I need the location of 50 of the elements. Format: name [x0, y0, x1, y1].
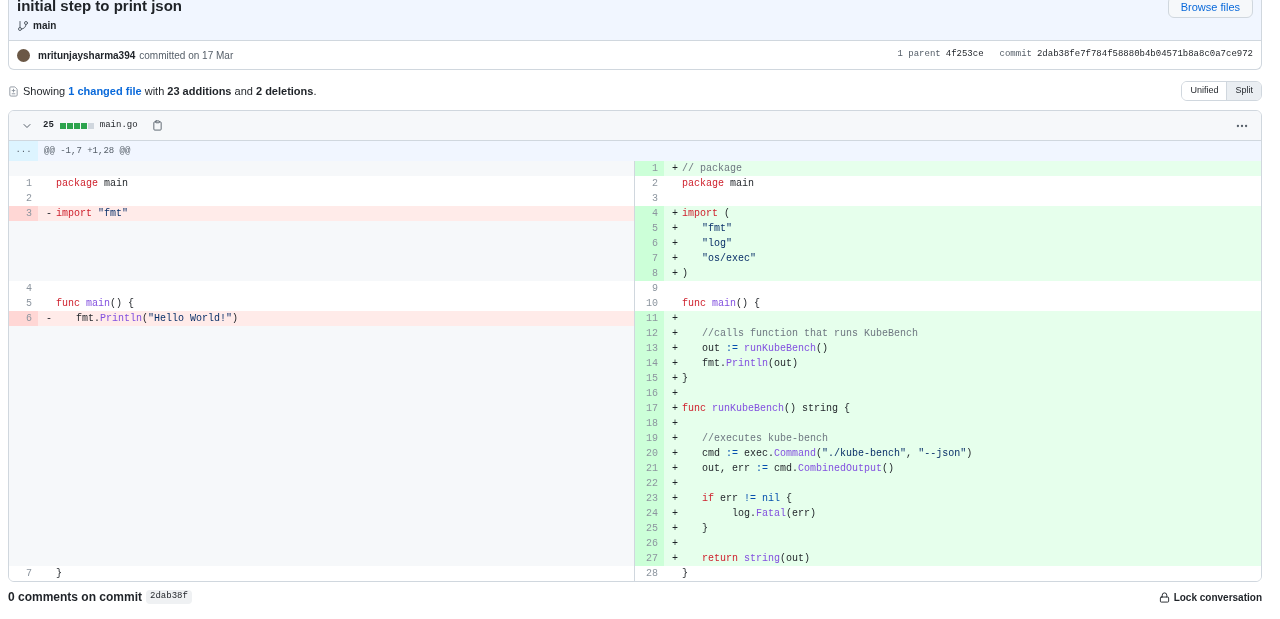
- commit-date: committed on 17 Mar: [139, 48, 234, 63]
- parent-sha-link[interactable]: 4f253ce: [945, 48, 984, 62]
- parent-label: 1 parent: [897, 48, 941, 62]
- commit-sha-badge: 2dab38f: [146, 590, 192, 604]
- file-diff-icon: [8, 85, 19, 97]
- commit-label: commit: [999, 48, 1032, 62]
- branch-icon: [17, 19, 29, 32]
- line-number: 6: [635, 236, 664, 251]
- branch-name: main: [33, 19, 57, 33]
- line-number: 15: [635, 371, 664, 386]
- line-number: 20: [635, 446, 664, 461]
- line-number: 23: [635, 491, 664, 506]
- line-number: 27: [635, 551, 664, 566]
- browse-files-button[interactable]: Browse files: [1167, 0, 1253, 18]
- line-number: 6: [9, 311, 38, 326]
- line-number: 11: [635, 311, 664, 326]
- copy-icon[interactable]: [151, 120, 163, 131]
- lock-icon: [1158, 591, 1170, 603]
- file-name[interactable]: main.go: [99, 118, 138, 133]
- line-number: 16: [635, 386, 664, 401]
- diffstat-bar: [59, 122, 94, 129]
- hunk-header: @@ -1,7 +1,28 @@: [43, 145, 131, 158]
- line-number: 24: [635, 506, 664, 521]
- author-link[interactable]: mritunjaysharma394: [38, 47, 136, 63]
- comments-heading: 0 comments on commit: [8, 589, 143, 606]
- commit-sha: 2dab38fe7f784f58880b4b04571b8a8c0a7ce972: [1036, 48, 1253, 62]
- lock-conversation-button[interactable]: Lock conversation: [1158, 589, 1262, 605]
- line-number: 5: [635, 221, 664, 236]
- line-number: 26: [635, 536, 664, 551]
- line-number: 18: [635, 416, 664, 431]
- line-number: 19: [635, 431, 664, 446]
- line-number: 12: [635, 326, 664, 341]
- line-number: 14: [635, 356, 664, 371]
- change-count: 25: [43, 118, 54, 132]
- line-number: 4: [635, 206, 664, 221]
- line-number: 3: [9, 206, 38, 221]
- line-number: 13: [635, 341, 664, 356]
- line-number: 1: [635, 161, 664, 176]
- commit-title: initial step to print json: [17, 0, 182, 13]
- line-number: 25: [635, 521, 664, 536]
- view-mode-tab[interactable]: Split: [1226, 82, 1261, 100]
- line-number: 21: [635, 461, 664, 476]
- line-number: 22: [635, 476, 664, 491]
- changed-files-link[interactable]: 1 changed file: [68, 84, 142, 97]
- avatar: [17, 48, 30, 62]
- expand-lines-button[interactable]: ...: [9, 141, 38, 161]
- line-number: 17: [635, 401, 664, 416]
- line-number: 7: [635, 251, 664, 266]
- line-number: 8: [635, 266, 664, 281]
- diff-summary: Showing 1 changed file with 23 additions and 2 deletions.: [23, 83, 317, 99]
